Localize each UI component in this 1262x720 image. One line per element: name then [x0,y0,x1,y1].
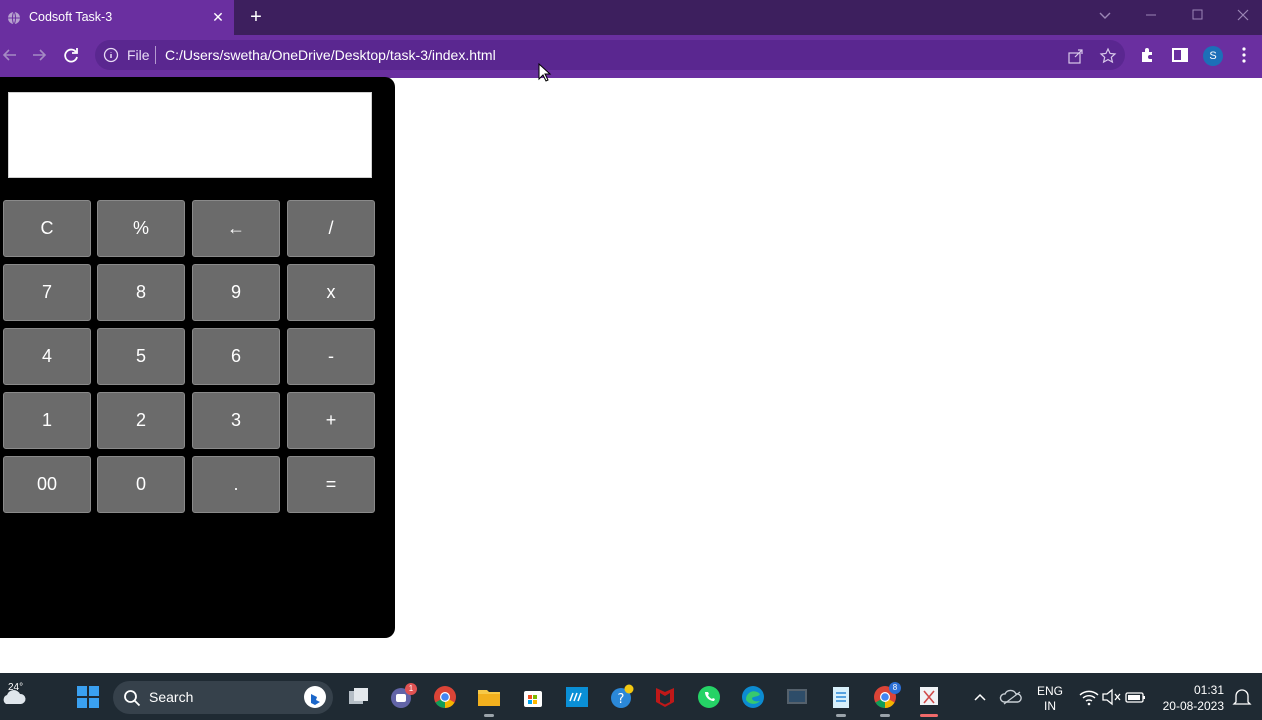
tab-close-icon[interactable]: ✕ [209,8,227,26]
key-backspace[interactable]: ← [192,200,280,257]
notepad-running-indicator [836,714,846,717]
key-percent[interactable]: % [97,200,185,257]
profile-avatar[interactable]: S [1203,46,1223,66]
globe-icon [8,11,20,25]
chrome-profile-badge: 8 [889,682,901,694]
browser-toolbar: File C:/Users/swetha/OneDrive/Desktop/ta… [0,35,1262,76]
task-view-icon[interactable] [345,684,371,710]
notepad-icon[interactable] [828,684,854,710]
extensions-icon[interactable] [1138,45,1158,65]
mouse-cursor-icon [538,63,552,82]
taskbar-search[interactable]: Search [113,681,333,714]
forward-arrow-icon[interactable] [28,44,50,66]
whatsapp-icon[interactable] [696,684,722,710]
windows-start-icon[interactable] [75,684,101,710]
chrome-running-indicator [880,714,890,717]
info-icon[interactable] [103,47,119,63]
bing-icon[interactable] [303,685,327,709]
mcafee-icon[interactable] [652,684,678,710]
tab-search-chevron-icon[interactable] [1092,6,1118,26]
key-clear[interactable]: C [3,200,91,257]
snipping-active-indicator [920,714,938,717]
myhp-icon[interactable] [564,684,590,710]
key-subtract[interactable]: - [287,328,375,385]
key-8[interactable]: 8 [97,264,185,321]
battery-icon[interactable] [1123,684,1149,710]
language-line2[interactable]: IN [1036,699,1064,713]
search-label: Search [149,689,194,705]
reload-icon[interactable] [60,44,82,66]
key-add[interactable]: + [287,392,375,449]
star-icon[interactable] [1099,47,1117,65]
search-icon [124,690,141,707]
tray-chevron-up-icon[interactable] [967,684,993,710]
address-bar[interactable]: File C:/Users/swetha/OneDrive/Desktop/ta… [95,40,1125,70]
edge-icon[interactable] [740,684,766,710]
key-0[interactable]: 0 [97,456,185,513]
key-6[interactable]: 6 [192,328,280,385]
virtual-machine-icon[interactable] [784,684,810,710]
svg-text:?: ? [618,692,625,707]
address-url[interactable]: C:/Users/swetha/OneDrive/Desktop/task-3/… [165,47,496,63]
microsoft-store-icon[interactable] [520,684,546,710]
key-1[interactable]: 1 [3,392,91,449]
calculator: C % ← / 7 8 9 x 4 5 6 - 1 2 3 + 00 0 . = [0,77,395,638]
key-equals[interactable]: = [287,456,375,513]
language-line1[interactable]: ENG [1036,684,1064,698]
clock-date[interactable]: 20-08-2023 [1156,699,1224,713]
address-scheme: File [127,47,150,63]
key-5[interactable]: 5 [97,328,185,385]
restore-icon[interactable] [1184,6,1210,26]
key-3[interactable]: 3 [192,392,280,449]
key-7[interactable]: 7 [3,264,91,321]
address-divider [155,46,156,64]
notification-bell-icon[interactable] [1229,684,1255,710]
close-window-icon[interactable] [1230,6,1256,26]
browser-tab[interactable]: Codsoft Task-3 ✕ [0,0,234,35]
teams-chat-badge: 1 [405,683,417,695]
explorer-running-indicator [484,714,494,717]
key-4[interactable]: 4 [3,328,91,385]
key-double-zero[interactable]: 00 [3,456,91,513]
key-multiply[interactable]: x [287,264,375,321]
key-decimal[interactable]: . [192,456,280,513]
share-icon[interactable] [1067,47,1085,65]
calculator-display[interactable] [8,92,372,178]
key-divide[interactable]: / [287,200,375,257]
key-2[interactable]: 2 [97,392,185,449]
tab-title: Codsoft Task-3 [29,10,113,24]
file-explorer-icon[interactable] [476,684,502,710]
clock-time[interactable]: 01:31 [1160,683,1224,697]
back-arrow-icon[interactable] [0,44,22,66]
speaker-muted-icon[interactable] [1099,684,1125,710]
new-tab-button[interactable]: + [245,6,267,28]
browser-tab-strip: Codsoft Task-3 ✕ + [0,0,1262,35]
side-panel-icon[interactable] [1170,45,1190,65]
chrome-icon[interactable] [432,684,458,710]
snipping-tool-icon[interactable] [916,684,942,710]
key-9[interactable]: 9 [192,264,280,321]
weather-temperature: 24° [8,682,24,693]
minimize-icon[interactable] [1138,6,1164,26]
get-help-icon[interactable]: ? [608,684,634,710]
onedrive-icon[interactable] [999,684,1025,710]
more-menu-icon[interactable] [1234,45,1254,65]
